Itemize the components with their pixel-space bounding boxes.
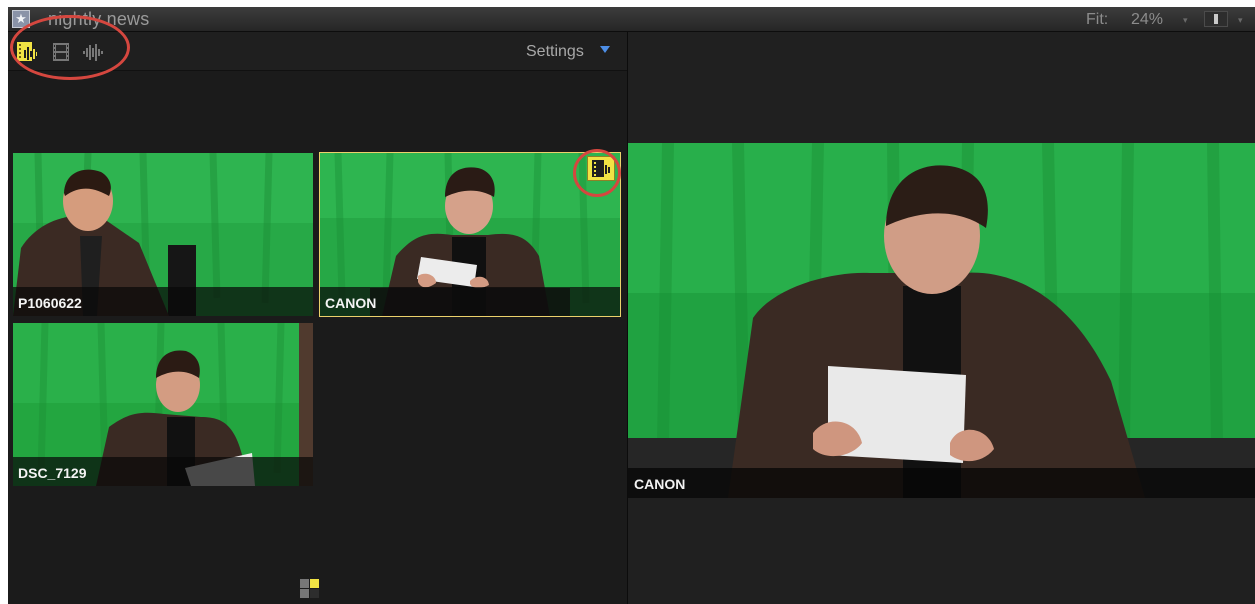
viewer-panel: CANON <box>628 32 1255 604</box>
zoom-value[interactable]: 24% <box>1131 10 1163 30</box>
title-bar: ★ nightly news Fit: 24% ▾ ▾ <box>8 7 1255 32</box>
settings-menu[interactable]: Settings <box>526 42 584 62</box>
switch-mode-callout <box>10 15 130 80</box>
viewer-video-image <box>628 143 1255 498</box>
viewer-frame[interactable]: CANON <box>628 143 1255 498</box>
zoom-menu-arrow-icon[interactable]: ▾ <box>1183 15 1188 25</box>
angle-label: DSC_7129 <box>18 465 87 481</box>
angle-label: CANON <box>325 295 377 311</box>
angle-label: P1060622 <box>18 295 82 311</box>
viewer-label-bar <box>628 468 1255 498</box>
settings-arrow-icon[interactable] <box>600 46 610 53</box>
angle-thumbnail[interactable]: P1060622 <box>13 153 313 316</box>
angle-thumbnail[interactable]: DSC_7129 <box>13 323 313 486</box>
angle-viewer-panel: Settings P1060622 CANON DSC_7129 <box>8 15 628 604</box>
angle-grid-icon[interactable] <box>300 579 320 599</box>
view-options-button[interactable] <box>1204 11 1228 27</box>
zoom-label: Fit: <box>1086 11 1109 28</box>
view-options-arrow-icon[interactable]: ▾ <box>1238 15 1243 25</box>
active-angle-callout <box>573 149 621 197</box>
viewer-angle-label: CANON <box>634 476 686 492</box>
multicam-window: ★ nightly news Fit: 24% ▾ ▾ Settings P10… <box>8 7 1255 604</box>
